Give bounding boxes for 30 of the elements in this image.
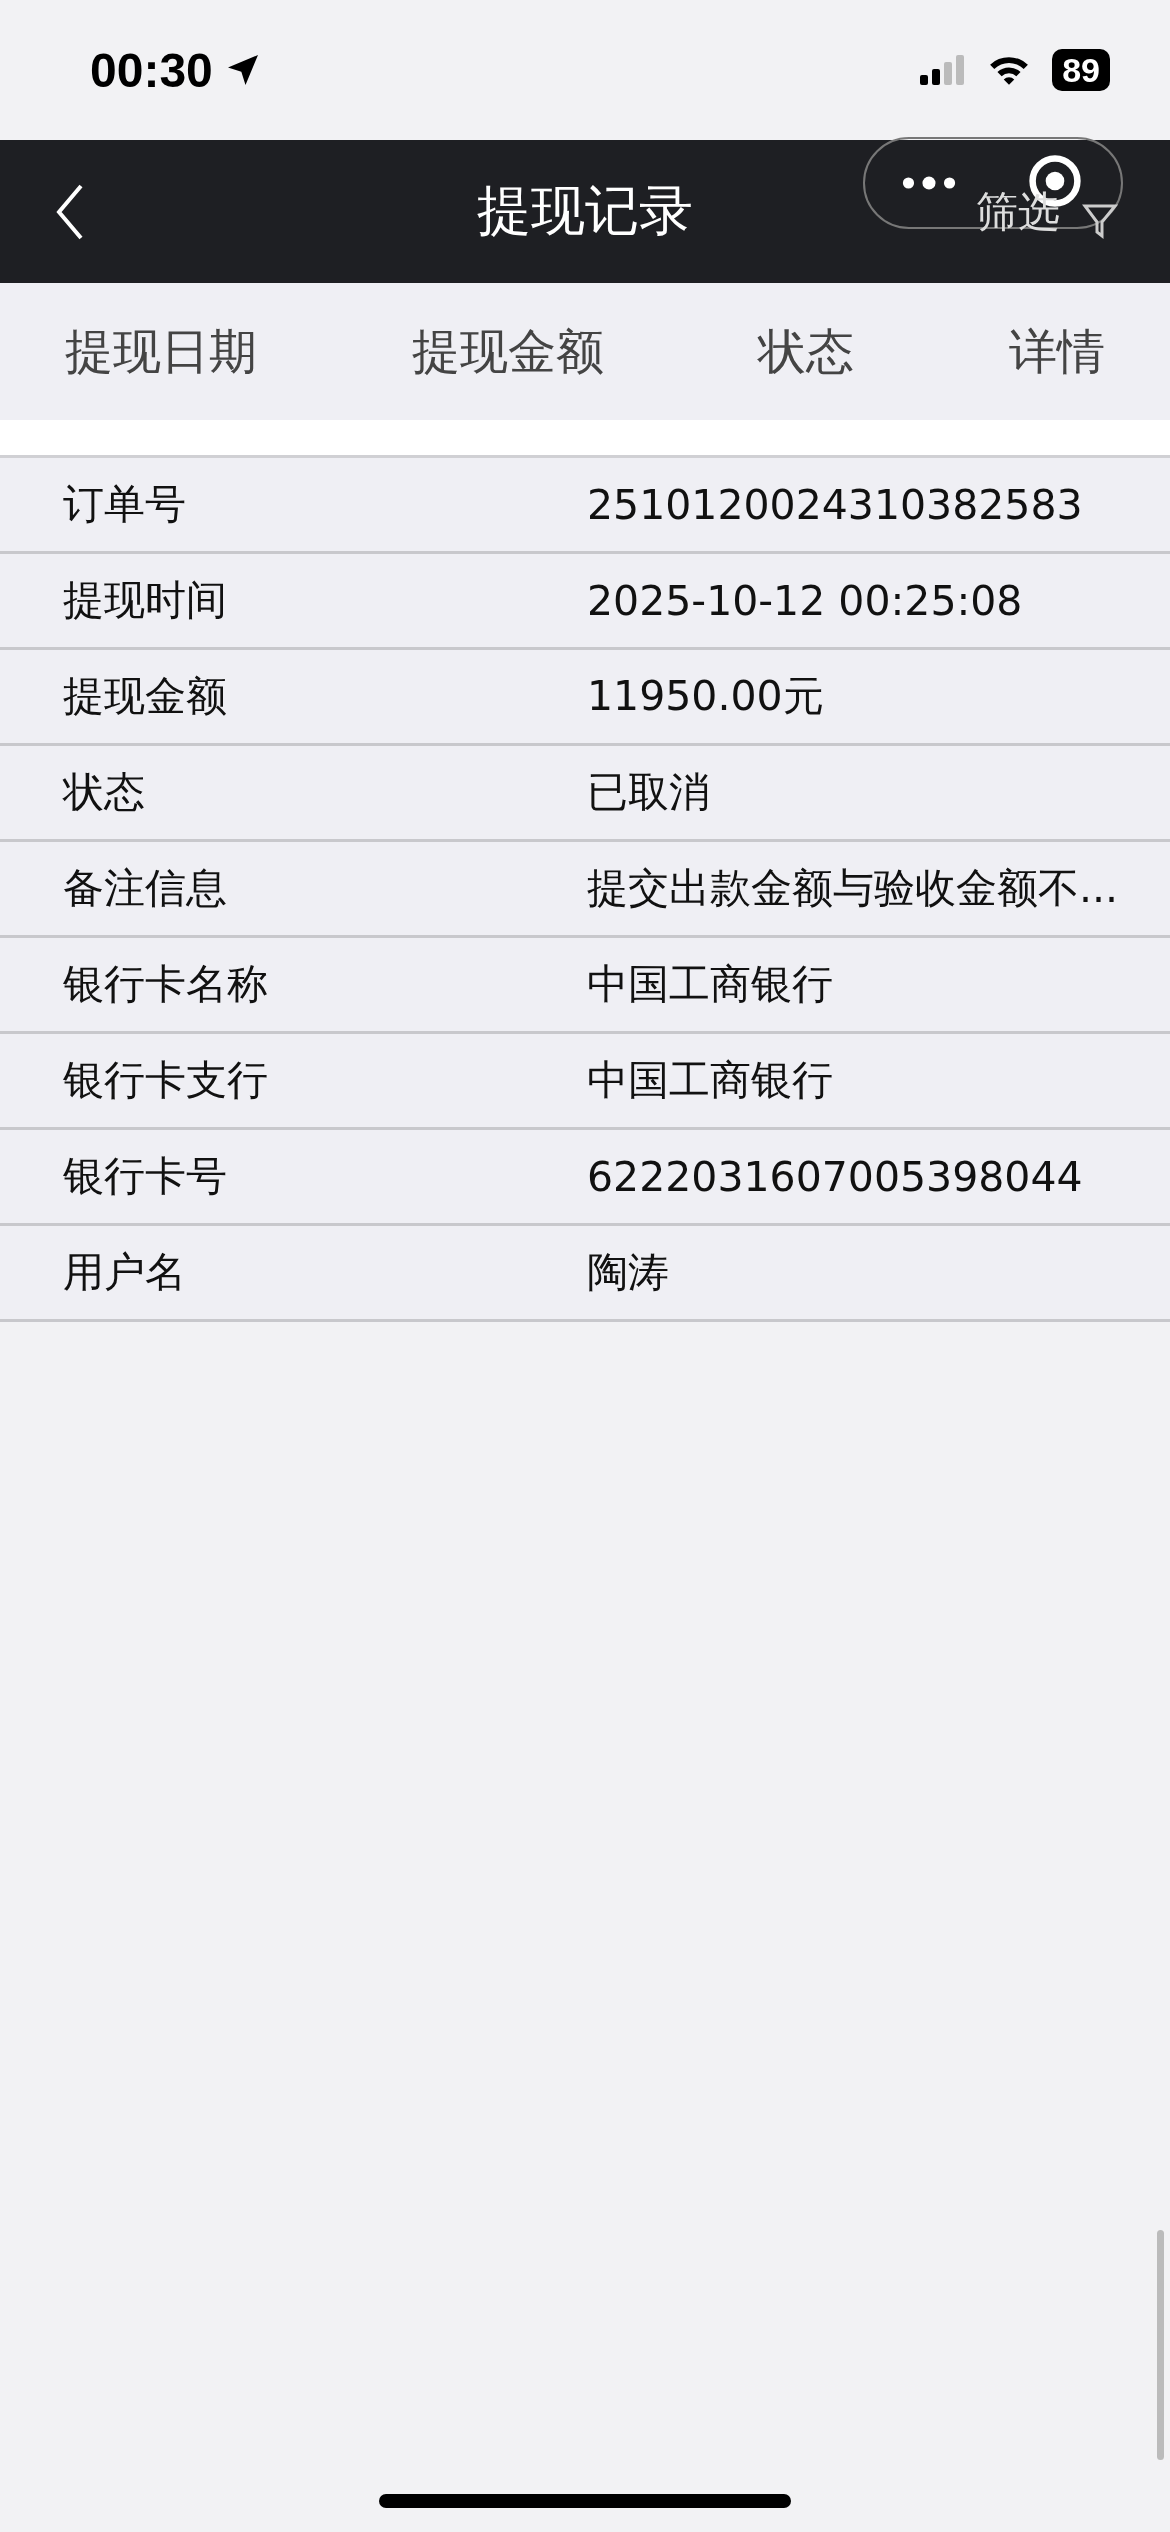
status-time: 00:30: [90, 42, 213, 98]
signal-icon: [920, 55, 967, 85]
column-header[interactable]: 提现金额: [411, 319, 604, 384]
detail-value: 6222031607005398044: [587, 1152, 1083, 1201]
detail-value: 中国工商银行: [587, 1055, 833, 1106]
column-header[interactable]: 状态: [758, 319, 855, 384]
detail-value: 2510120024310382583: [587, 480, 1083, 529]
detail-label: 备注信息: [62, 863, 228, 914]
detail-label: 状态: [61, 767, 146, 818]
detail-value: 2025-10-12 00:25:08: [587, 576, 1023, 625]
detail-label: 提现时间: [62, 575, 228, 626]
detail-value: 中国工商银行: [587, 959, 833, 1010]
detail-value: 提交出款金额与验收金额不...: [587, 863, 1119, 914]
detail-label: 银行卡名称: [62, 959, 269, 1010]
page-title: 提现记录: [477, 178, 693, 244]
wifi-icon: [988, 54, 1031, 86]
column-header[interactable]: 提现日期: [65, 319, 257, 384]
detail-label: 用户名: [62, 1247, 187, 1298]
detail-value: 陶涛: [587, 1247, 669, 1298]
detail-label: 订单号: [62, 479, 187, 530]
detail-value: 11950.00元: [587, 671, 824, 722]
detail-label: 提现金额: [62, 671, 228, 722]
back-icon[interactable]: [55, 182, 85, 242]
column-header[interactable]: 详情: [1008, 319, 1105, 384]
detail-value: 已取消: [587, 767, 710, 818]
battery-level: 89: [1052, 49, 1110, 91]
detail-label: 银行卡号: [62, 1151, 228, 1202]
filter-button[interactable]: 筛选: [976, 184, 1060, 240]
detail-label: 银行卡支行: [62, 1055, 269, 1106]
more-icon[interactable]: [901, 175, 957, 191]
